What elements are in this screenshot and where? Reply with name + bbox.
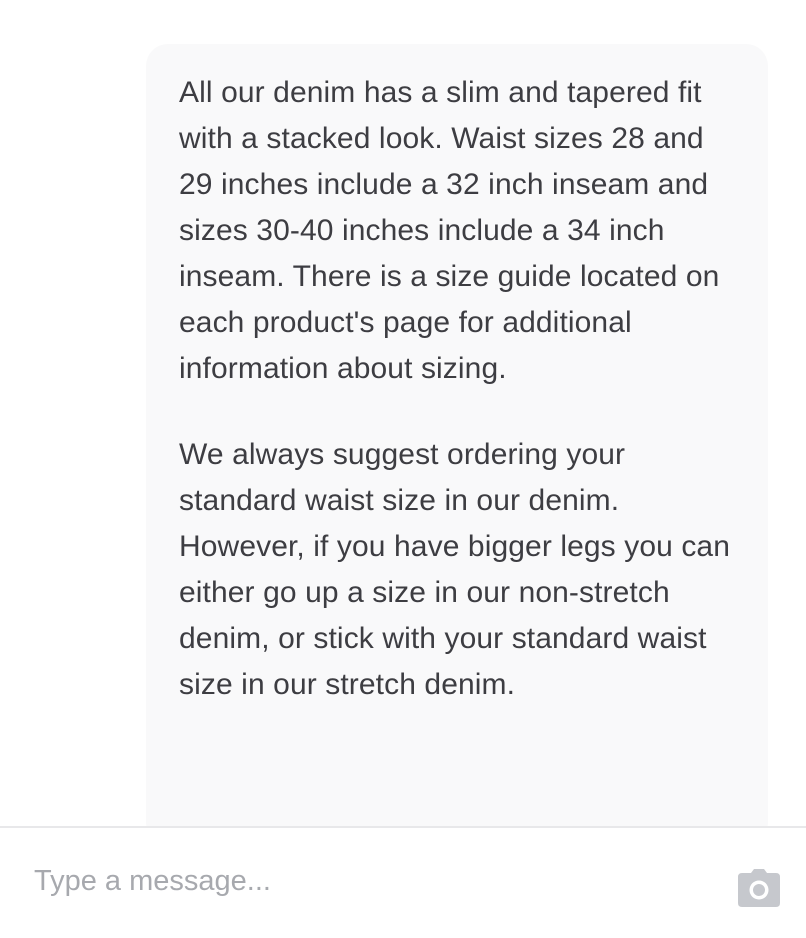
agent-message-bubble: All our denim has a slim and tapered fit… [146, 44, 768, 826]
camera-icon [738, 869, 780, 907]
chat-window: All our denim has a slim and tapered fit… [0, 0, 806, 938]
message-paragraph: We always suggest ordering your standard… [179, 438, 730, 701]
attach-photo-button[interactable] [736, 868, 782, 908]
message-list[interactable]: All our denim has a slim and tapered fit… [0, 0, 806, 826]
message-paragraph: All our denim has a slim and tapered fit… [179, 76, 720, 385]
message-composer [0, 826, 806, 938]
message-input[interactable] [0, 828, 720, 938]
